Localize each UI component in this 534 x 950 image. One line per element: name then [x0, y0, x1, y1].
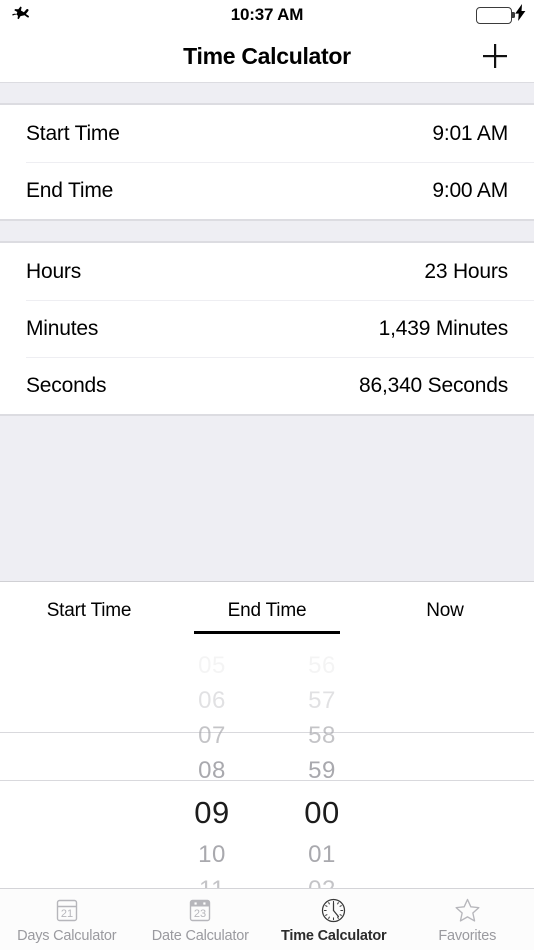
picker-column-hours[interactable]: 05 06 07 08 09 10 11 12 13 [181, 640, 243, 888]
svg-text:21: 21 [61, 908, 73, 920]
picker-item-selected-hour[interactable]: 09 [181, 788, 243, 837]
picker-item[interactable]: 56 [291, 648, 353, 683]
row-value: 9:01 AM [432, 121, 508, 145]
picker-item[interactable]: 57 [291, 683, 353, 718]
row-label: Hours [26, 259, 82, 283]
picker-column-minutes[interactable]: 56 57 58 59 00 01 02 03 04 [291, 640, 353, 888]
add-button[interactable] [470, 30, 520, 82]
grouped-table: Start Time 9:01 AM End Time 9:00 AM Hour… [0, 82, 534, 582]
row-label: Start Time [26, 121, 120, 145]
row-label: End Time [26, 178, 114, 202]
picker-item[interactable]: 02 [291, 872, 353, 888]
tab-label: Time Calculator [280, 928, 387, 944]
picker-item[interactable]: 59 [291, 753, 353, 788]
segment-label: End Time [227, 600, 307, 621]
time-picker[interactable]: 05 06 07 08 09 10 11 12 13 56 57 58 59 0… [0, 640, 534, 888]
charging-bolt-icon [515, 4, 526, 26]
tab-favorites[interactable]: Favorites [401, 889, 534, 950]
segment-now[interactable]: Now [356, 582, 534, 640]
row-value: 9:00 AM [432, 178, 508, 202]
star-icon [453, 895, 482, 925]
section-header-inputs [0, 82, 534, 104]
segment-end-time[interactable]: End Time [178, 582, 356, 640]
section-inputs: Start Time 9:01 AM End Time 9:00 AM [0, 104, 534, 220]
table-row[interactable]: Seconds 86,340 Seconds [0, 357, 534, 414]
table-row[interactable]: Minutes 1,439 Minutes [0, 300, 534, 357]
status-bar: 10:37 AM [0, 0, 534, 30]
tab-days-calculator[interactable]: 21 Days Calculator [0, 889, 134, 950]
tab-time-calculator[interactable]: Time Calculator [267, 889, 401, 950]
segment-label: Now [426, 600, 464, 621]
picker-item[interactable]: 08 [181, 753, 243, 788]
svg-text:23: 23 [194, 908, 206, 920]
row-label: Minutes [26, 316, 99, 340]
row-label: Seconds [26, 373, 107, 397]
segment-start-time[interactable]: Start Time [0, 582, 178, 640]
picker-item[interactable]: 06 [181, 683, 243, 718]
picker-item[interactable]: 05 [181, 648, 243, 683]
app-root: 10:37 AM Time Calculator Start Time 9:01… [0, 0, 534, 950]
picker-item-selected-minute[interactable]: 00 [291, 788, 353, 837]
table-row[interactable]: Hours 23 Hours [0, 243, 534, 300]
picker-item[interactable]: 58 [291, 718, 353, 753]
clock-icon [319, 895, 348, 925]
navigation-bar: Time Calculator [0, 30, 534, 82]
row-value: 1,439 Minutes [378, 316, 509, 340]
tab-label: Favorites [438, 928, 497, 944]
calendar-days-icon: 21 [53, 895, 81, 925]
section-header-results [0, 220, 534, 242]
picker-item[interactable]: 01 [291, 837, 353, 872]
section-results: Hours 23 Hours Minutes 1,439 Minutes Sec… [0, 242, 534, 415]
plus-icon [483, 44, 507, 68]
calendar-date-icon: 23 [186, 895, 214, 925]
picker-item[interactable]: 10 [181, 837, 243, 872]
segment-label: Start Time [46, 600, 132, 621]
table-row[interactable]: Start Time 9:01 AM [0, 105, 534, 162]
tab-label: Date Calculator [151, 928, 249, 944]
picker-item[interactable]: 11 [181, 872, 243, 888]
tab-label: Days Calculator [17, 928, 117, 944]
row-value: 86,340 Seconds [359, 373, 508, 397]
tab-date-calculator[interactable]: 23 Date Calculator [134, 889, 268, 950]
row-value: 23 Hours [424, 259, 508, 283]
empty-section-filler [0, 415, 534, 582]
picker-item[interactable]: 07 [181, 718, 243, 753]
battery-full-icon [476, 6, 515, 24]
status-bar-right [476, 0, 526, 30]
table-row[interactable]: End Time 9:00 AM [0, 162, 534, 219]
segmented-control: Start Time End Time Now [0, 582, 534, 640]
tab-bar: 21 Days Calculator 23 Date Calculator Ti… [0, 888, 534, 950]
status-bar-time: 10:37 AM [230, 5, 304, 24]
page-title: Time Calculator [183, 42, 351, 69]
